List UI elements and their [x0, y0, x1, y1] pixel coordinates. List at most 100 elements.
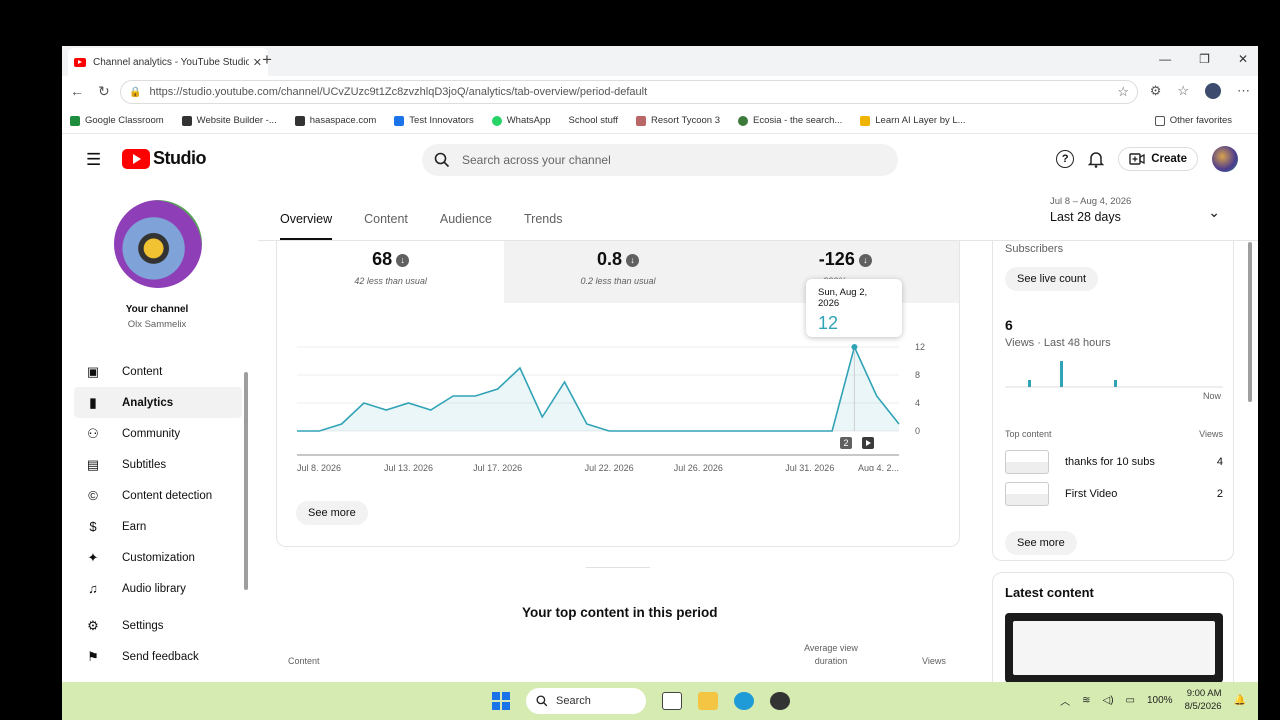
- sidebar-item-content-detection[interactable]: © Content detection: [74, 480, 242, 511]
- clock[interactable]: 9:00 AM 8/5/2026: [1185, 687, 1222, 713]
- account-avatar[interactable]: [1212, 146, 1238, 172]
- bookmark-1[interactable]: Website Builder -...: [181, 115, 277, 126]
- close-window-icon[interactable]: ✕: [1238, 52, 1248, 66]
- wifi-icon[interactable]: ≋: [1082, 695, 1090, 706]
- battery-icon[interactable]: ▭: [1126, 695, 1135, 706]
- latest-content-thumbnail[interactable]: [1005, 613, 1223, 682]
- windows-start-icon[interactable]: [492, 692, 510, 710]
- extensions-icon[interactable]: ⚙: [1150, 83, 1162, 99]
- restore-icon[interactable]: ❐: [1199, 52, 1210, 66]
- tab-content[interactable]: Content: [364, 212, 408, 240]
- tab-bar: Channel analytics - YouTube Studio ✕ + —…: [62, 46, 1258, 76]
- page-scrollbar[interactable]: [1248, 242, 1252, 402]
- sidebar-item-community[interactable]: ⚇ Community: [74, 418, 242, 449]
- sidebar-item-send-feedback[interactable]: ⚑ Send feedback: [74, 641, 242, 672]
- minimize-icon[interactable]: —: [1159, 52, 1171, 66]
- refresh-icon[interactable]: ↻: [98, 83, 110, 100]
- new-tab-icon[interactable]: +: [262, 50, 272, 70]
- bookmark-7[interactable]: Ecosia - the search...: [738, 115, 842, 126]
- tooltip-date: Sun, Aug 2, 2026: [818, 287, 868, 309]
- bookmark-5[interactable]: School stuff: [569, 115, 618, 126]
- x-tick-label: Aug 4, 2...: [858, 463, 899, 471]
- battery-percent: 100%: [1146, 694, 1173, 706]
- more-icon[interactable]: ⋯: [1237, 83, 1250, 99]
- x-tick-label: Jul 31, 2026: [785, 463, 834, 471]
- sidebar-item-analytics[interactable]: ▮ Analytics: [74, 387, 242, 418]
- browser-tab[interactable]: Channel analytics - YouTube Studio ✕: [68, 48, 268, 76]
- x-tick-label: Jul 17, 2026: [473, 463, 522, 471]
- test-innovators-icon: [394, 115, 405, 126]
- top-content-item[interactable]: First Video 2: [1005, 481, 1223, 507]
- notification-bell-icon[interactable]: 🔔: [1234, 695, 1246, 706]
- see-live-count-button[interactable]: See live count: [1005, 267, 1099, 291]
- bookmark-6[interactable]: Resort Tycoon 3: [636, 115, 720, 126]
- content-icon: ▣: [86, 363, 100, 379]
- search-input[interactable]: [462, 153, 862, 167]
- other-favorites[interactable]: Other favorites: [1154, 115, 1232, 126]
- video-thumbnail: [1005, 450, 1049, 474]
- top-content-item[interactable]: thanks for 10 subs 4: [1005, 449, 1223, 475]
- period-label: Last 28 days: [1050, 210, 1121, 224]
- chevron-up-icon[interactable]: ︿: [1060, 693, 1070, 708]
- sidebar-item-content[interactable]: ▣ Content: [74, 356, 242, 387]
- see-more-button[interactable]: See more: [296, 501, 368, 525]
- audio-library-icon: ♫: [88, 581, 98, 596]
- bell-icon[interactable]: [1088, 150, 1105, 168]
- task-view-icon[interactable]: [662, 692, 682, 710]
- realtime-views-label: Views · Last 48 hours: [1005, 337, 1111, 349]
- channel-avatar[interactable]: [114, 200, 202, 288]
- search-bar[interactable]: [422, 144, 898, 176]
- bookmark-2[interactable]: hasaspace.com: [294, 115, 376, 126]
- sidebar-item-settings[interactable]: ⚙ Settings: [74, 610, 242, 641]
- sidebar-item-audio-library[interactable]: ♫ Audio library: [74, 573, 242, 604]
- tab-trends[interactable]: Trends: [524, 212, 562, 240]
- sidebar-item-subtitles[interactable]: ▤ Subtitles: [74, 449, 242, 480]
- views-chart[interactable]: 12 8 4 0 2 Jul 8, 2026 Jul 13, 2026 Jul 17, 202…: [289, 321, 929, 471]
- copyright-icon: ©: [88, 488, 98, 503]
- app-icon[interactable]: [770, 692, 790, 710]
- community-icon: ⚇: [87, 425, 99, 441]
- favorites-icon[interactable]: ☆: [1177, 83, 1189, 99]
- see-more-top-content-button[interactable]: See more: [1005, 531, 1077, 555]
- back-icon[interactable]: ←: [70, 83, 84, 100]
- lock-icon[interactable]: 🔒: [129, 87, 141, 98]
- tab-audience[interactable]: Audience: [440, 212, 492, 240]
- studio-logo[interactable]: Studio: [122, 148, 207, 169]
- sidebar-item-earn[interactable]: $ Earn: [74, 511, 242, 542]
- edge-browser-icon[interactable]: [734, 692, 754, 710]
- sidebar-item-customization[interactable]: ✦ Customization: [74, 542, 242, 573]
- taskbar-search[interactable]: Search: [526, 688, 646, 714]
- close-tab-icon[interactable]: ✕: [253, 56, 262, 69]
- volume-icon[interactable]: ◁): [1103, 695, 1114, 706]
- metric-views[interactable]: 68 ↓ 42 less than usual: [277, 241, 504, 303]
- sidebar: Your channel Olx Sammelix ▣ Content ▮ Anal…: [72, 188, 252, 682]
- search-icon: [536, 695, 548, 707]
- menu-icon[interactable]: ☰: [86, 150, 101, 170]
- analytics-tabs: Overview Content Audience Trends: [280, 212, 562, 240]
- col-avg-view-duration: Average view duration: [804, 643, 858, 666]
- arrow-down-icon: ↓: [396, 253, 410, 267]
- metric-watch-time[interactable]: 0.8 ↓ 0.2 less than usual: [504, 241, 732, 303]
- bookmark-0[interactable]: Google Classroom: [70, 115, 164, 126]
- help-icon[interactable]: ?: [1056, 150, 1075, 168]
- bookmark-8[interactable]: Learn AI Layer by L...: [860, 115, 966, 126]
- tooltip-value: 12: [818, 313, 839, 333]
- sidebar-scrollbar[interactable]: [244, 372, 248, 590]
- col-content: Content: [288, 656, 320, 666]
- data-point-highlight[interactable]: [851, 344, 858, 350]
- favorite-star-icon[interactable]: ☆: [1117, 84, 1129, 100]
- video-camera-icon: [1129, 153, 1145, 165]
- create-button[interactable]: Create: [1118, 147, 1198, 171]
- wix-icon: [294, 115, 305, 126]
- youtube-logo-icon: [122, 148, 150, 169]
- tab-overview[interactable]: Overview: [280, 212, 333, 240]
- profile-icon[interactable]: [1205, 83, 1221, 99]
- magic-wand-icon: ✦: [87, 549, 99, 565]
- address-bar[interactable]: 🔒 https://studio.youtube.com/channel/UCv…: [120, 80, 1138, 104]
- bookmark-3[interactable]: Test Innovators: [394, 115, 474, 126]
- file-explorer-icon[interactable]: [698, 692, 718, 710]
- system-tray: ︿ ≋ ◁) ▭ 100% 9:00 AM 8/5/2026 🔔: [1060, 687, 1246, 713]
- bookmark-4[interactable]: WhatsApp: [491, 115, 551, 126]
- period-selector[interactable]: Jul 8 – Aug 4, 2026 Last 28 days ⌄: [1050, 196, 1220, 224]
- folder-icon: [1154, 115, 1165, 126]
